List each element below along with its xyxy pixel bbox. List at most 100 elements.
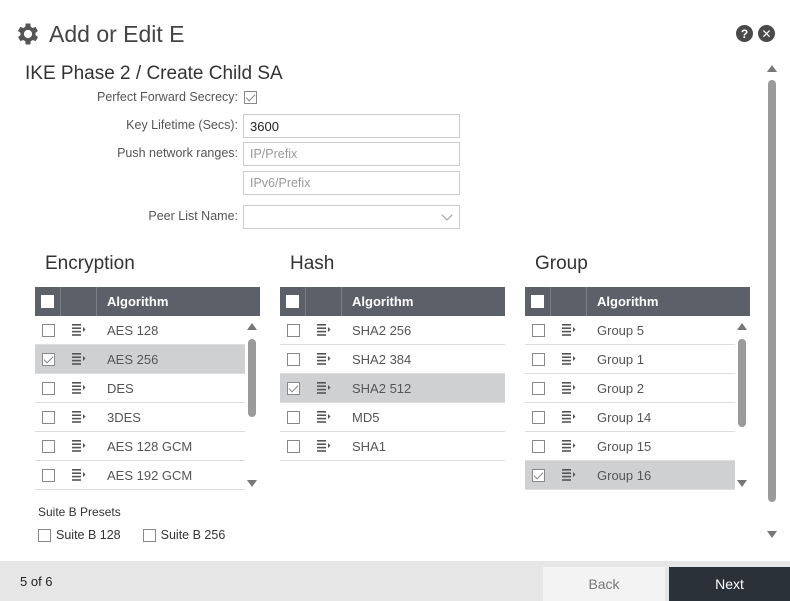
lifetime-label: Key Lifetime (Secs): [126,118,238,132]
list-menu-icon[interactable] [72,440,86,452]
select-all-checkbox[interactable] [286,295,299,308]
suite-b-128-label: Suite B 128 [56,528,121,542]
algorithm-column-header: Algorithm [107,294,169,309]
row-checkbox[interactable] [286,410,300,424]
row-checkbox[interactable] [41,352,55,366]
chevron-down-icon [441,209,453,221]
table-row[interactable]: Group 1 [525,345,735,374]
back-button[interactable]: Back [543,567,665,601]
row-checkbox[interactable] [531,323,545,337]
select-all-checkbox[interactable] [41,295,54,308]
lifetime-row: Key Lifetime (Secs): 3600 [0,114,470,138]
next-button[interactable]: Next [669,567,790,601]
algorithm-label: AES 256 [107,351,159,367]
suite-b-128-checkbox[interactable] [38,528,51,542]
list-menu-icon[interactable] [562,411,576,423]
table-header: Algorithm [280,287,505,316]
peer-list-select[interactable] [243,205,460,229]
header-actions: ? ✕ [736,25,775,42]
list-menu-icon[interactable] [317,353,331,365]
suite-b-256-option[interactable]: Suite B 256 [142,528,226,542]
row-checkbox[interactable] [41,323,55,337]
list-menu-icon[interactable] [317,440,331,452]
list-menu-icon[interactable] [562,382,576,394]
table-row[interactable]: SHA2 512 [280,374,505,403]
pfs-checkbox[interactable] [244,91,257,104]
dialog-scrollbar[interactable] [767,65,777,540]
suite-b-128-option[interactable]: Suite B 128 [38,528,121,542]
row-checkbox[interactable] [531,381,545,395]
table-row[interactable]: AES 192 GCM [35,461,245,490]
row-checkbox[interactable] [41,439,55,453]
pfs-label: Perfect Forward Secrecy: [96,90,238,104]
hash-panel: Hash Algorithm SHA2 256 SHA2 384 SHA2 512 M… [280,253,505,461]
ipv4-prefix-input[interactable]: IP/Prefix [243,142,460,166]
table-row[interactable]: AES 128 [35,316,245,345]
list-menu-icon[interactable] [317,411,331,423]
row-checkbox[interactable] [531,410,545,424]
algorithm-label: SHA2 384 [352,351,412,367]
group-title: Group [535,253,588,274]
algorithm-label: SHA2 256 [352,322,412,338]
list-menu-icon[interactable] [72,469,86,481]
table-row[interactable]: MD5 [280,403,505,432]
list-menu-icon[interactable] [72,382,86,394]
table-row[interactable]: SHA2 256 [280,316,505,345]
list-menu-icon[interactable] [562,353,576,365]
algorithm-label: SHA1 [352,438,386,454]
presets-title: Suite B Presets [38,505,121,519]
close-icon[interactable]: ✕ [758,25,775,42]
list-menu-icon[interactable] [562,324,576,336]
list-menu-icon[interactable] [317,382,331,394]
list-menu-icon[interactable] [317,324,331,336]
table-row[interactable]: AES 128 GCM [35,432,245,461]
list-menu-icon[interactable] [72,324,86,336]
row-checkbox[interactable] [41,468,55,482]
list-menu-icon[interactable] [562,469,576,481]
table-row[interactable]: Group 15 [525,432,735,461]
hash-title: Hash [290,253,335,274]
algorithm-label: SHA2 512 [352,380,412,396]
push-ranges-label: Push network ranges: [117,146,238,160]
table-row[interactable]: SHA1 [280,432,505,461]
table-row[interactable]: SHA2 384 [280,345,505,374]
table-row[interactable]: Group 5 [525,316,735,345]
row-checkbox[interactable] [286,323,300,337]
help-icon[interactable]: ? [736,25,753,42]
select-all-checkbox[interactable] [531,295,544,308]
list-menu-icon[interactable] [72,353,86,365]
peer-list-row: Peer List Name: [0,205,470,229]
row-checkbox[interactable] [286,439,300,453]
table-row[interactable]: AES 256 [35,345,245,374]
table-row[interactable]: Group 2 [525,374,735,403]
peer-list-label: Peer List Name: [148,209,238,223]
suite-b-presets: Suite B Presets Suite B 128 Suite B 256 [38,505,225,542]
group-table: Algorithm Group 5 Group 1 Group 2 Group 14 G… [525,287,750,490]
lifetime-input[interactable]: 3600 [243,114,460,138]
gear-icon [17,23,39,45]
dialog-header: Add or Edit E [14,18,185,50]
row-checkbox[interactable] [41,410,55,424]
step-indicator: 5 of 6 [20,574,53,589]
table-row[interactable]: 3DES [35,403,245,432]
table-header: Algorithm [525,287,750,316]
suite-b-256-label: Suite B 256 [160,528,226,542]
dialog-title: Add or Edit E [49,20,185,47]
table-header: Algorithm [35,287,260,316]
group-scrollbar[interactable] [737,323,747,489]
table-row[interactable]: DES [35,374,245,403]
ipv6-prefix-input[interactable]: IPv6/Prefix [243,171,460,195]
row-checkbox[interactable] [531,439,545,453]
list-menu-icon[interactable] [72,411,86,423]
suite-b-256-checkbox[interactable] [142,528,156,542]
row-checkbox[interactable] [286,381,300,395]
pfs-row: Perfect Forward Secrecy: [0,86,470,110]
table-row[interactable]: Group 16 [525,461,735,490]
encryption-scrollbar[interactable] [247,323,257,489]
table-row[interactable]: Group 14 [525,403,735,432]
row-checkbox[interactable] [531,468,545,482]
row-checkbox[interactable] [41,381,55,395]
row-checkbox[interactable] [286,352,300,366]
row-checkbox[interactable] [531,352,545,366]
list-menu-icon[interactable] [562,440,576,452]
